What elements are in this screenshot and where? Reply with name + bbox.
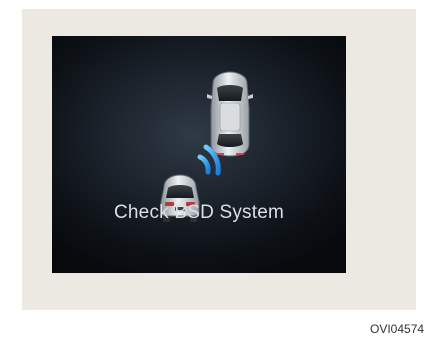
adjacent-vehicle-icon	[207, 71, 253, 157]
figure-code: OVI04574	[370, 322, 425, 336]
cluster-display: Check BSD System	[52, 36, 346, 273]
bsd-scene	[160, 71, 253, 222]
bsd-warning-message: Check BSD System	[113, 202, 285, 223]
